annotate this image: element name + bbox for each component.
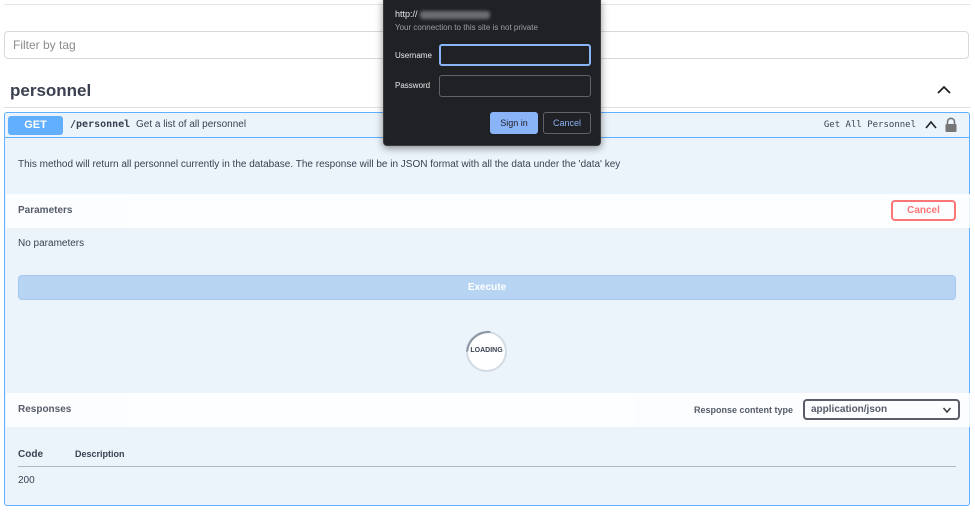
method-badge: GET xyxy=(8,116,63,135)
operation-description: This method will return all personnel cu… xyxy=(18,159,621,170)
password-input[interactable] xyxy=(439,75,591,97)
operation-id: Get All Personnel xyxy=(823,120,916,130)
column-code: Code xyxy=(18,449,43,460)
operation-summary-text: Get a list of all personnel xyxy=(136,119,247,130)
operation-path: /personnel xyxy=(70,119,131,130)
swagger-page: personnel GET /personnel Get a list of a… xyxy=(0,0,975,514)
chevron-up-icon[interactable] xyxy=(924,118,938,132)
sign-in-button[interactable]: Sign in xyxy=(490,112,538,134)
password-label: Password xyxy=(395,81,431,90)
column-description: Description xyxy=(75,449,125,459)
lock-icon[interactable] xyxy=(944,117,958,133)
http-auth-dialog: http:// Your connection to this site is … xyxy=(383,0,601,146)
tag-title: personnel xyxy=(10,81,92,100)
auth-site-url: http:// xyxy=(395,9,490,19)
no-parameters-text: No parameters xyxy=(18,238,85,249)
loading-text: LOADING xyxy=(470,347,503,354)
username-input[interactable] xyxy=(439,44,591,66)
parameters-header: Parameters Cancel xyxy=(6,194,970,228)
redacted-host xyxy=(419,10,490,19)
username-label: Username xyxy=(395,51,432,60)
chevron-down-icon xyxy=(942,407,952,414)
response-code-200: 200 xyxy=(18,475,35,486)
execute-button[interactable]: Execute xyxy=(18,275,956,300)
responses-table-header: Code Description xyxy=(18,447,956,467)
auth-url-prefix: http:// xyxy=(395,9,418,19)
responses-header: Responses Response content type applicat… xyxy=(6,393,970,427)
response-content-type-label: Response content type xyxy=(693,405,793,415)
auth-cancel-button[interactable]: Cancel xyxy=(543,112,591,134)
parameters-title: Parameters xyxy=(18,205,73,216)
chevron-up-icon[interactable] xyxy=(934,80,954,100)
operation-block-get-personnel: GET /personnel Get a list of all personn… xyxy=(4,112,970,506)
responses-title: Responses xyxy=(18,404,72,415)
loading-spinner: LOADING xyxy=(466,331,507,372)
try-out-cancel-button[interactable]: Cancel xyxy=(891,200,956,221)
content-type-value: application/json xyxy=(811,404,888,415)
response-content-type-select[interactable]: application/json xyxy=(803,399,960,420)
auth-connection-warning: Your connection to this site is not priv… xyxy=(395,23,538,32)
